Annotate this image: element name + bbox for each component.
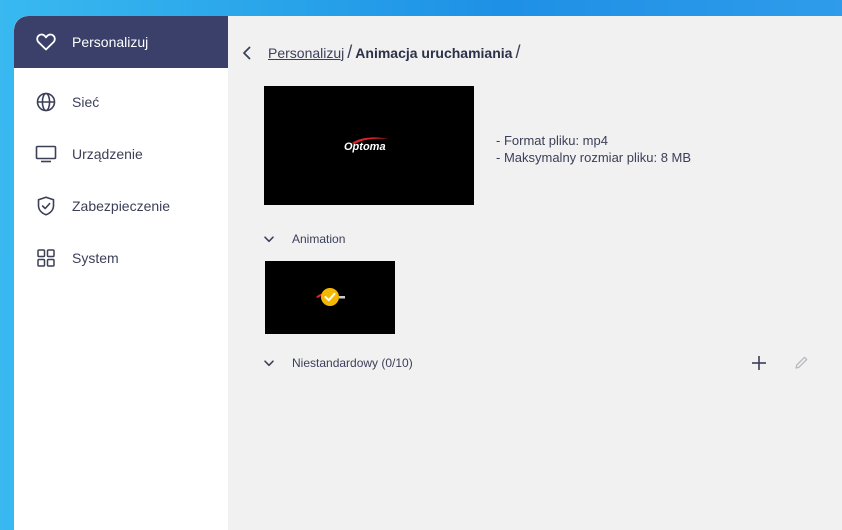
sidebar-item-label: Urządzenie xyxy=(72,146,143,162)
sidebar-item-label: System xyxy=(72,250,119,266)
chevron-down-icon xyxy=(264,232,278,246)
edit-pencil-icon[interactable] xyxy=(790,352,812,374)
shield-check-icon xyxy=(34,194,58,218)
section-animation[interactable]: Animation xyxy=(264,232,345,246)
back-icon[interactable] xyxy=(242,45,256,61)
main-content: Personalizuj / Animacja uruchamiania / O… xyxy=(228,16,842,530)
sidebar-item-label: Sieć xyxy=(72,94,100,110)
breadcrumb: Personalizuj / Animacja uruchamiania / xyxy=(242,42,523,63)
optoma-logo: Optoma xyxy=(344,141,386,153)
grid-icon xyxy=(34,246,58,270)
sidebar-edge-indicator xyxy=(14,224,18,274)
globe-icon xyxy=(34,90,58,114)
breadcrumb-trailing-separator: / xyxy=(515,42,521,62)
selected-check-icon xyxy=(321,288,339,306)
monitor-icon xyxy=(34,142,58,166)
chevron-down-icon xyxy=(264,356,278,370)
sidebar-item-label: Personalizuj xyxy=(72,34,149,50)
sidebar-item-personalizuj[interactable]: Personalizuj xyxy=(14,16,228,68)
add-icon[interactable] xyxy=(748,352,770,374)
breadcrumb-separator: / xyxy=(347,42,353,62)
animation-thumbnail[interactable] xyxy=(265,261,395,334)
file-format-info: - Format pliku: mp4 xyxy=(496,133,608,148)
animation-preview: Optoma xyxy=(264,86,474,205)
section-animation-label: Animation xyxy=(292,232,346,246)
section-custom[interactable]: Niestandardowy (0/10) xyxy=(264,356,413,370)
sidebar-item-urzadzenie[interactable]: Urządzenie xyxy=(14,128,228,180)
sidebar: Personalizuj Sieć Urządzenie Zabezpiecze… xyxy=(14,16,228,530)
breadcrumb-parent-link[interactable]: Personalizuj xyxy=(268,45,344,61)
sidebar-item-label: Zabezpieczenie xyxy=(72,198,171,214)
settings-window: Personalizuj Sieć Urządzenie Zabezpiecze… xyxy=(14,16,842,530)
file-size-info: - Maksymalny rozmiar pliku: 8 MB xyxy=(496,150,692,165)
sidebar-item-system[interactable]: System xyxy=(14,232,228,284)
custom-actions xyxy=(748,352,812,374)
sidebar-item-zabezpieczenie[interactable]: Zabezpieczenie xyxy=(14,180,228,232)
section-custom-label: Niestandardowy (0/10) xyxy=(292,356,413,370)
page-title: Animacja uruchamiania xyxy=(355,44,513,61)
heart-icon xyxy=(34,30,58,54)
file-requirements: - Format pliku: mp4 - Maksymalny rozmiar… xyxy=(496,132,691,166)
sidebar-item-siec[interactable]: Sieć xyxy=(14,76,228,128)
